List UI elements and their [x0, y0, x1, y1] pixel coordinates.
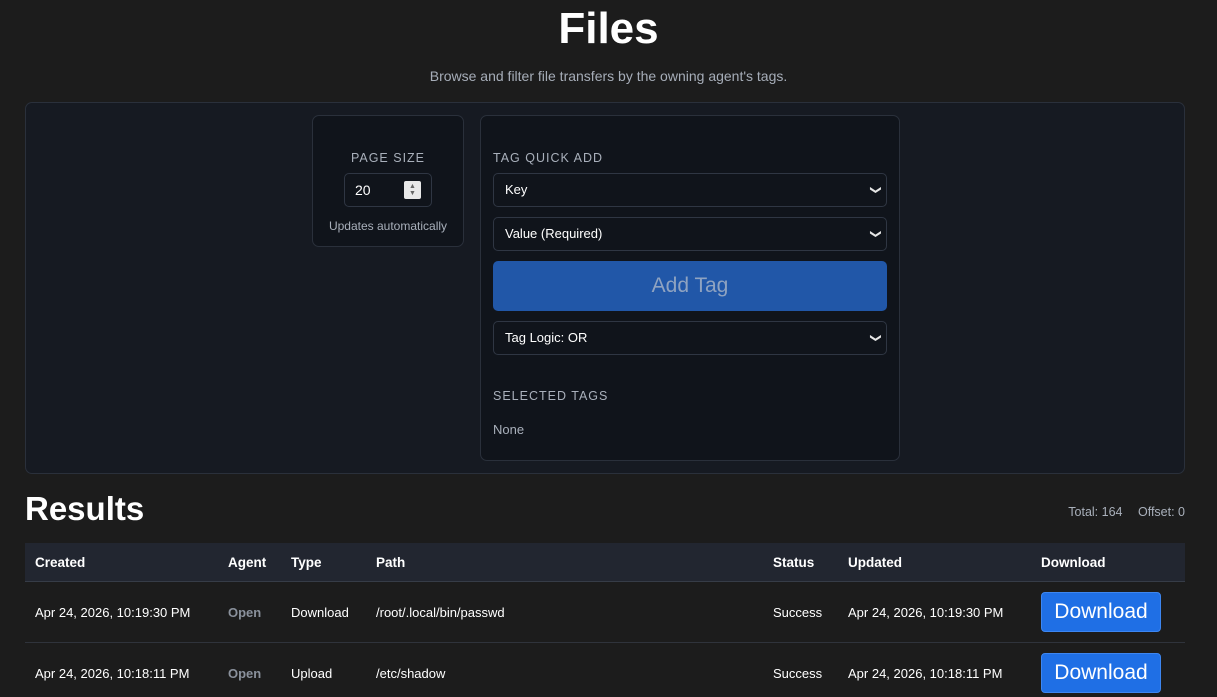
- page-title: Files: [558, 4, 659, 53]
- column-header-created: Created: [35, 554, 86, 570]
- cell-status: Success: [773, 604, 823, 620]
- tag-logic-select[interactable]: Tag Logic: OR ❯: [493, 321, 887, 355]
- page-size-input[interactable]: 20 ▲ ▼: [344, 173, 432, 207]
- cell-created: Apr 24, 2026, 10:18:11 PM: [35, 665, 190, 681]
- tag-value-select[interactable]: Value (Required) ❯: [493, 217, 887, 251]
- tag-quick-add-label: TAG QUICK ADD: [493, 151, 604, 165]
- cell-agent-link[interactable]: Open: [228, 643, 261, 697]
- cell-path: /etc/shadow: [376, 665, 446, 681]
- tag-quick-add-card: TAG QUICK ADD Key ❯ Value (Required) ❯ A…: [480, 115, 900, 461]
- column-header-download: Download: [1041, 554, 1106, 570]
- table-header: Created Agent Type Path Status Updated D…: [25, 543, 1185, 582]
- tag-key-select[interactable]: Key ❯: [493, 173, 887, 207]
- column-header-status: Status: [773, 554, 815, 570]
- results-offset: Offset: 0: [1137, 505, 1185, 519]
- selected-tags-value: None: [493, 422, 525, 437]
- cell-download: Download: [1041, 582, 1161, 642]
- tag-key-select-value: Key: [505, 182, 528, 197]
- cell-type: Upload: [291, 665, 333, 681]
- column-header-path: Path: [376, 554, 406, 570]
- column-header-updated: Updated: [848, 554, 902, 570]
- cell-status: Success: [773, 665, 823, 681]
- cell-updated: Apr 24, 2026, 10:18:11 PM: [848, 665, 1003, 681]
- cell-path: /root/.local/bin/passwd: [376, 604, 505, 620]
- spinner-icon[interactable]: ▲ ▼: [404, 181, 421, 199]
- chevron-down-icon: ❯: [869, 229, 882, 239]
- chevron-down-icon: ❯: [869, 185, 882, 195]
- cell-created: Apr 24, 2026, 10:19:30 PM: [35, 604, 191, 620]
- results-meta: Total: 164 Offset: 0: [1068, 505, 1185, 519]
- table-row: Apr 24, 2026, 10:18:11 PM Open Upload /e…: [25, 643, 1185, 697]
- download-button[interactable]: Download: [1041, 592, 1161, 632]
- results-table: Created Agent Type Path Status Updated D…: [25, 543, 1185, 697]
- filter-panel: PAGE SIZE 20 ▲ ▼ Updates automatically TA…: [25, 102, 1185, 474]
- page-size-label: PAGE SIZE: [350, 151, 426, 165]
- download-button[interactable]: Download: [1041, 653, 1161, 693]
- cell-type: Download: [291, 604, 349, 620]
- page-size-note: Updates automatically: [328, 219, 448, 233]
- table-row: Apr 24, 2026, 10:19:30 PM Open Download …: [25, 582, 1185, 643]
- page-size-value: 20: [355, 182, 371, 198]
- tag-value-select-value: Value (Required): [505, 226, 603, 241]
- page-subtitle: Browse and filter file transfers by the …: [429, 68, 788, 84]
- chevron-down-icon: ❯: [869, 333, 882, 343]
- page-size-card: PAGE SIZE 20 ▲ ▼ Updates automatically: [312, 115, 464, 247]
- cell-updated: Apr 24, 2026, 10:19:30 PM: [848, 604, 1004, 620]
- tag-logic-select-value: Tag Logic: OR: [505, 330, 588, 345]
- add-tag-button[interactable]: Add Tag: [493, 261, 887, 311]
- results-total: Total: 164: [1068, 505, 1123, 519]
- column-header-agent: Agent: [228, 554, 267, 570]
- cell-download: Download: [1041, 643, 1161, 697]
- selected-tags-label: SELECTED TAGS: [493, 389, 609, 403]
- results-title: Results: [25, 490, 145, 527]
- column-header-type: Type: [291, 554, 322, 570]
- cell-agent-link[interactable]: Open: [228, 582, 261, 642]
